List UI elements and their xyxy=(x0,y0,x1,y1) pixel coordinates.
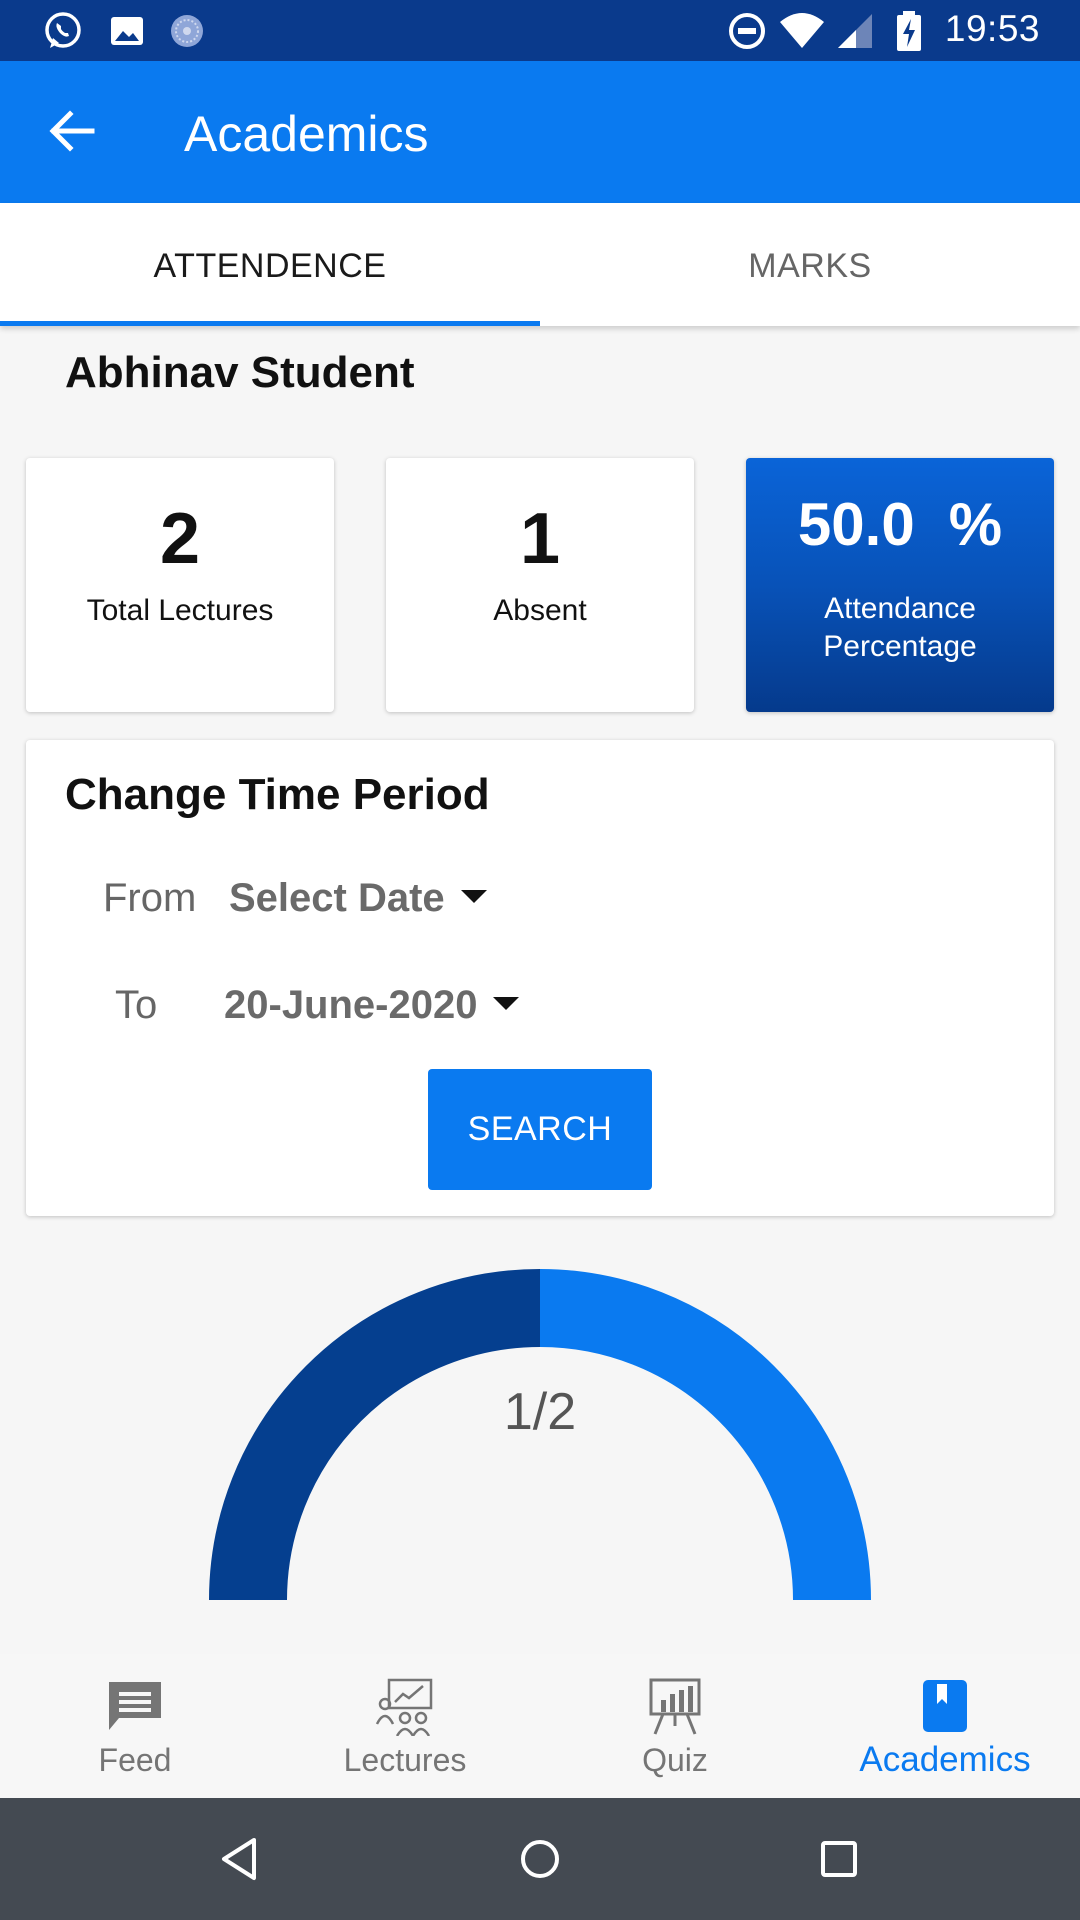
search-button[interactable]: SEARCH xyxy=(428,1069,652,1190)
attendance-percentage-value-row: 50.0% xyxy=(746,490,1054,559)
to-date-dropdown[interactable]: 20-June-2020 xyxy=(224,983,520,1028)
absent-card: 1 Absent xyxy=(386,458,694,712)
from-date-dropdown[interactable]: Select Date xyxy=(229,876,487,921)
system-navigation-bar xyxy=(0,1798,1080,1920)
app-bar: Academics xyxy=(0,61,1080,203)
nav-label-academics: Academics xyxy=(859,1740,1031,1779)
gauge-remaining-arc xyxy=(539,1269,871,1601)
nav-item-feed[interactable]: Feed xyxy=(0,1654,270,1798)
absent-value: 1 xyxy=(519,499,561,579)
tab-selection-indicator xyxy=(0,321,540,326)
presentation-icon xyxy=(375,1678,433,1736)
back-triangle-icon[interactable] xyxy=(216,1834,266,1884)
battery-charging-icon xyxy=(897,11,921,51)
nav-label-quiz: Quiz xyxy=(642,1742,708,1778)
nav-item-academics[interactable]: Academics xyxy=(810,1654,1080,1798)
tab-marks[interactable]: MARKS xyxy=(540,203,1080,326)
time-period-card: Change Time Period From Select Date To 2… xyxy=(26,740,1054,1216)
nav-item-lectures[interactable]: Lectures xyxy=(270,1654,540,1798)
from-label: From xyxy=(103,876,197,920)
gauge-fraction-label: 1/2 xyxy=(503,1383,577,1441)
nav-label-feed: Feed xyxy=(98,1742,172,1778)
total-lectures-value: 2 xyxy=(159,499,201,579)
nav-item-quiz[interactable]: Quiz xyxy=(540,1654,810,1798)
status-bar: 19:53 xyxy=(0,0,1080,61)
home-circle-icon[interactable] xyxy=(515,1834,565,1884)
app-notification-icon xyxy=(171,15,203,47)
attendance-percentage-card: 50.0% Attendance Percentage xyxy=(746,458,1054,712)
student-name: Abhinav Student xyxy=(65,348,415,397)
time-period-title: Change Time Period xyxy=(65,770,490,819)
wifi-icon xyxy=(780,13,824,48)
signal-icon xyxy=(838,14,872,48)
bottom-navigation: Feed Lectures Quiz Academics xyxy=(0,1654,1080,1798)
page-title: Academics xyxy=(184,106,429,162)
tab-bar: ATTENDENCE MARKS xyxy=(0,203,1080,326)
attendance-percentage-value: 50.0 xyxy=(797,491,915,558)
nav-label-lectures: Lectures xyxy=(343,1742,467,1778)
bookmark-book-icon xyxy=(923,1680,967,1732)
status-time: 19:53 xyxy=(944,8,1040,49)
attendance-percentage-label: Attendance Percentage xyxy=(823,592,977,663)
whatsapp-icon xyxy=(45,12,81,48)
absent-label: Absent xyxy=(493,594,587,627)
caret-down-icon xyxy=(493,996,520,1010)
gauge-filled-arc xyxy=(209,1269,541,1601)
to-label: To xyxy=(115,983,158,1027)
percent-sign: % xyxy=(948,491,1003,558)
chart-board-icon xyxy=(649,1678,701,1735)
do-not-disturb-icon xyxy=(729,13,765,49)
tab-attendence[interactable]: ATTENDENCE xyxy=(0,203,540,326)
from-date-value: Select Date xyxy=(229,876,445,920)
to-date-value: 20-June-2020 xyxy=(224,983,478,1027)
recents-square-icon[interactable] xyxy=(814,1834,864,1884)
caret-down-icon xyxy=(460,889,487,903)
total-lectures-card: 2 Total Lectures xyxy=(26,458,334,712)
back-arrow-icon[interactable] xyxy=(44,103,100,159)
image-icon xyxy=(111,17,143,45)
total-lectures-label: Total Lectures xyxy=(86,594,274,627)
message-icon xyxy=(109,1682,161,1730)
